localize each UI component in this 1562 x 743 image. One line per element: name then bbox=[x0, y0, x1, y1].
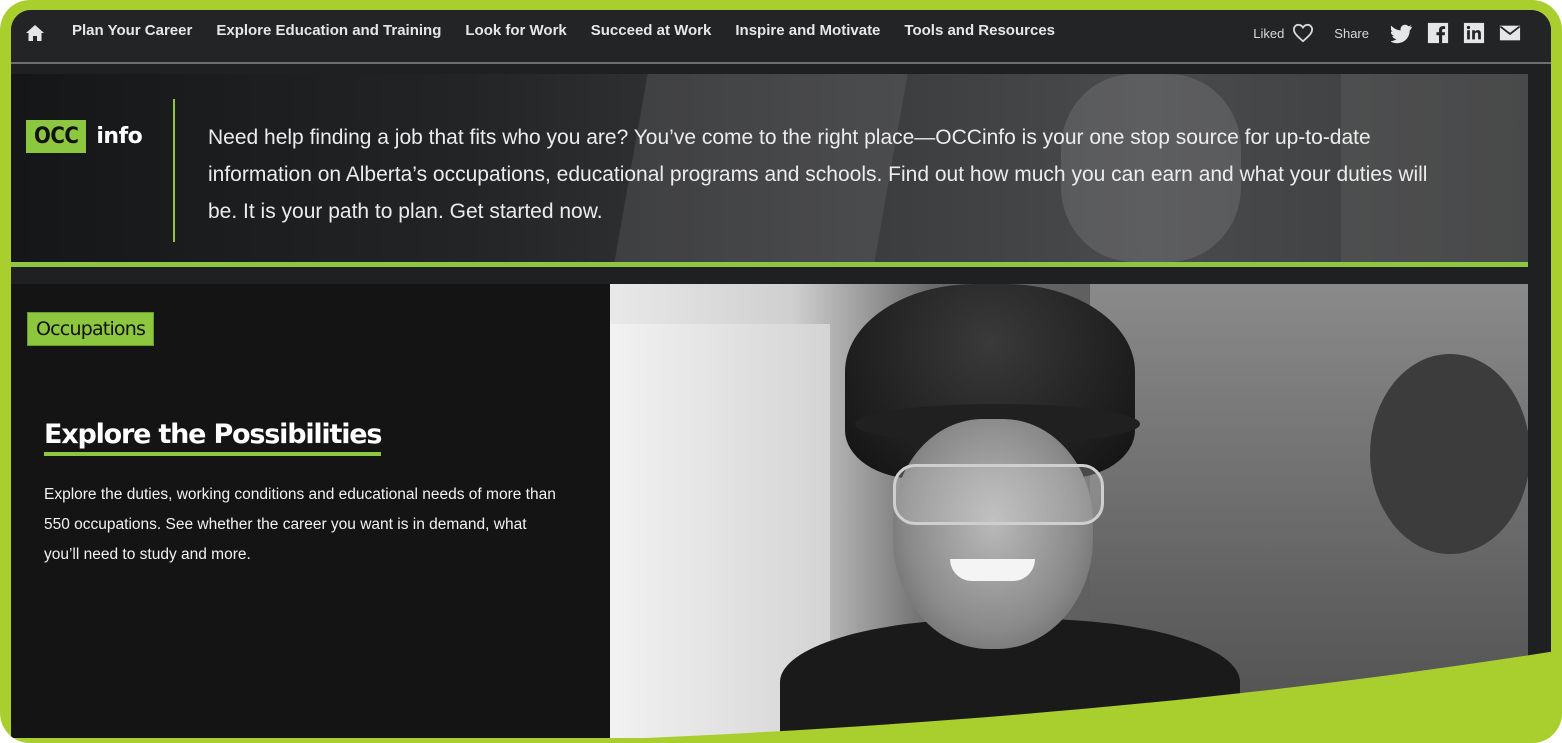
photo-background-object bbox=[1370, 354, 1528, 554]
home-icon[interactable] bbox=[25, 23, 45, 43]
safety-glasses bbox=[893, 464, 1104, 525]
nav-actions: Liked Share bbox=[1253, 22, 1521, 44]
smile bbox=[950, 559, 1035, 581]
nav-link-succeed-at-work[interactable]: Succeed at Work bbox=[591, 22, 712, 39]
logo-occ: OCC bbox=[26, 120, 87, 153]
occupations-tag[interactable]: Occupations bbox=[27, 312, 155, 346]
email-icon[interactable] bbox=[1499, 22, 1521, 44]
person-face bbox=[893, 419, 1093, 649]
page-screen: Plan Your Career Explore Education and T… bbox=[11, 10, 1551, 738]
outer-frame: Plan Your Career Explore Education and T… bbox=[0, 0, 1562, 743]
twitter-icon[interactable] bbox=[1391, 22, 1413, 44]
top-nav: Plan Your Career Explore Education and T… bbox=[11, 10, 1551, 64]
share-label: Share bbox=[1334, 25, 1369, 41]
nav-link-plan-your-career[interactable]: Plan Your Career bbox=[72, 22, 192, 39]
divider bbox=[173, 99, 175, 242]
nav-links: Plan Your Career Explore Education and T… bbox=[72, 22, 1079, 39]
logo-info: info bbox=[96, 124, 143, 149]
banner-intro-text: Need help finding a job that fits who yo… bbox=[208, 126, 1428, 223]
occupations-panel: Occupations Explore the Possibilities Ex… bbox=[11, 284, 610, 738]
welder-photo bbox=[610, 284, 1528, 738]
linkedin-icon[interactable] bbox=[1463, 22, 1485, 44]
section-heading-link[interactable]: Explore the Possibilities bbox=[44, 419, 382, 456]
liked-label: Liked bbox=[1253, 25, 1285, 41]
facebook-icon[interactable] bbox=[1427, 22, 1449, 44]
nav-link-look-for-work[interactable]: Look for Work bbox=[465, 22, 566, 39]
nav-link-explore-education[interactable]: Explore Education and Training bbox=[216, 22, 441, 39]
heart-icon[interactable] bbox=[1292, 23, 1314, 43]
nav-link-tools-and-resources[interactable]: Tools and Resources bbox=[904, 22, 1055, 39]
section-description: Explore the duties, working conditions a… bbox=[44, 486, 556, 563]
intro-banner: OCC info Need help finding a job that fi… bbox=[11, 74, 1528, 262]
banner-green-rule bbox=[11, 262, 1528, 267]
occinfo-logo[interactable]: OCC info bbox=[26, 120, 143, 153]
nav-link-inspire-and-motivate[interactable]: Inspire and Motivate bbox=[735, 22, 880, 39]
